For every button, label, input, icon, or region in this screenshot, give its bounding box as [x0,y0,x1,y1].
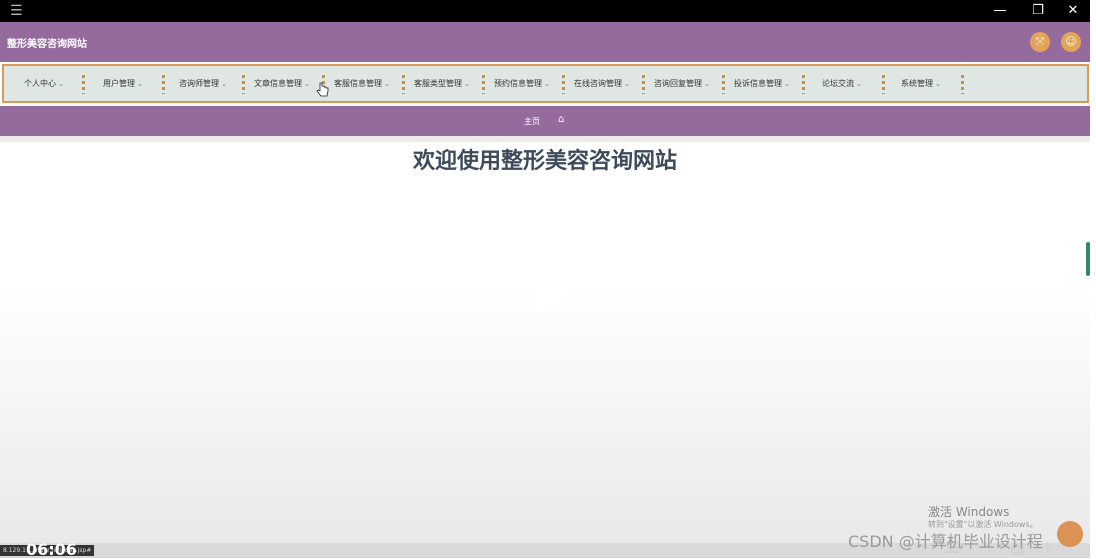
nav-separator [882,75,885,94]
nav-separator [642,75,645,94]
video-overlay [0,178,1090,543]
nav-separator [961,75,964,94]
expand-icon[interactable]: ⤧ [1030,32,1050,52]
nav-separator [242,75,245,94]
close-button[interactable]: ✕ [1063,1,1083,21]
nav-item-system-management[interactable]: 系统管理 ⌄ [901,78,941,89]
nav-item-user-management[interactable]: 用户管理 ⌄ [103,78,143,89]
nav-item-cs-info-management[interactable]: 客服信息管理 ⌄ [334,78,390,89]
nav-item-complaint-management[interactable]: 投诉信息管理 ⌄ [734,78,790,89]
nav-separator [162,75,165,94]
house-icon[interactable]: ⌂ [558,114,564,125]
nav-separator [562,75,565,94]
nav-item-article-management[interactable]: 文章信息管理 ⌄ [254,78,310,89]
nav-item-appointment-management[interactable]: 预约信息管理 ⌄ [494,78,550,89]
nav-item-cs-type-management[interactable]: 客服类型管理 ⌄ [414,78,470,89]
nav-item-personal-center[interactable]: 个人中心 ⌄ [24,78,64,89]
nav-separator [802,75,805,94]
video-timer: 06:06 [26,540,77,559]
nav-separator [402,75,405,94]
settings-icon[interactable]: ⁞ [1045,538,1050,557]
minimize-button[interactable]: — [990,1,1010,21]
site-header: 整形美容咨询网站 ⤧ ☺ [0,22,1090,62]
nav-item-reply-management[interactable]: 咨询回复管理 ⌄ [654,78,710,89]
hamburger-icon[interactable]: ☰ [10,2,23,20]
nav-separator [722,75,725,94]
user-icon[interactable]: ☺ [1061,32,1081,52]
nav-separator [82,75,85,94]
breadcrumb-home-link[interactable]: 主页 [524,116,540,127]
nav-item-forum[interactable]: 论坛交流 ⌄ [822,78,862,89]
restore-button[interactable]: ❐ [1028,1,1048,21]
breadcrumb: 主页 ⌂ [0,106,1090,136]
breadcrumb-divider [0,136,1090,142]
nav-item-consultant-management[interactable]: 咨询师管理 ⌄ [179,78,227,89]
activate-windows-title: 激活 Windows [928,505,1010,519]
hand-cursor-icon [316,82,329,97]
csdn-watermark: CSDN @计算机毕业设计程 [848,532,1043,551]
top-nav: 个人中心 ⌄ 用户管理 ⌄ 咨询师管理 ⌄ 文章信息管理 ⌄ 客服信息管理 ⌄ 客服类型管… [2,64,1089,103]
page-edge [1090,0,1096,558]
window-titlebar: ☰ — ❐ ✕ [0,0,1090,22]
nav-item-online-consult-management[interactable]: 在线咨询管理 ⌄ [574,78,630,89]
floating-action-button[interactable] [1057,521,1083,547]
nav-separator [482,75,485,94]
side-tab[interactable] [1086,242,1090,276]
play-icon[interactable] [516,257,582,323]
welcome-heading: 欢迎使用整形美容咨询网站 [412,149,677,174]
site-title: 整形美容咨询网站 [7,39,87,50]
